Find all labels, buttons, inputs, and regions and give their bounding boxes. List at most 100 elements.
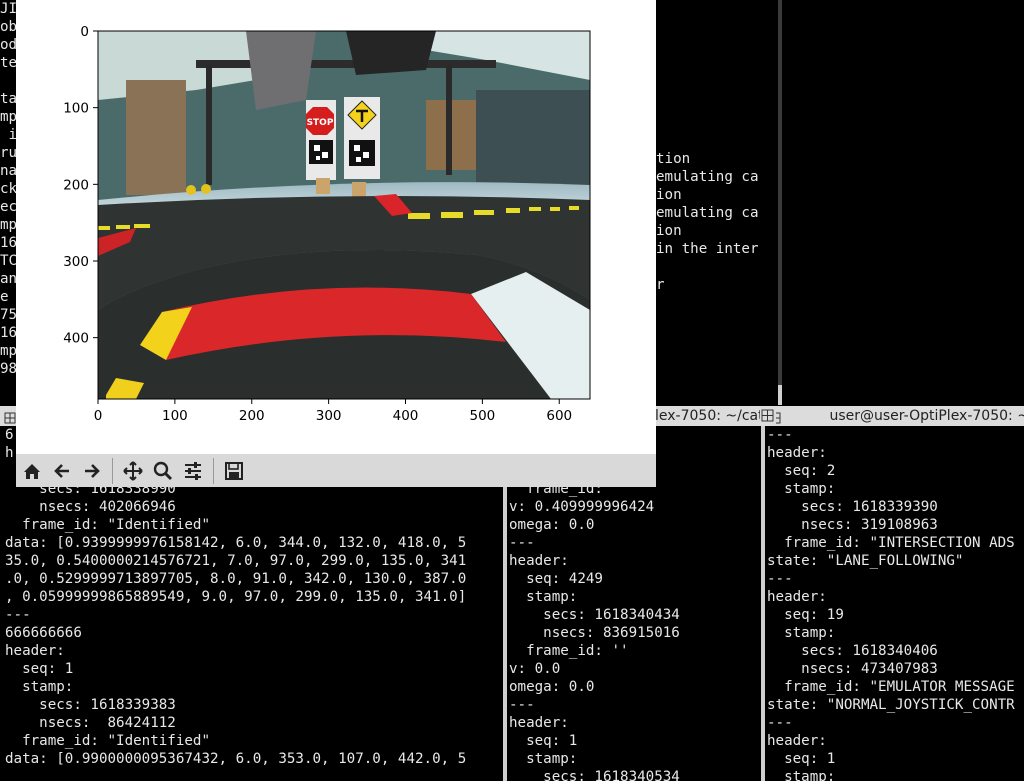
scrollbar-thumb[interactable] [778,385,782,405]
configure-icon[interactable] [180,458,206,484]
top-right-terminal[interactable] [784,0,1024,405]
terminal-line: --- [767,571,793,587]
bottom-middle-title: lex-7050: ~/catkin [655,408,763,424]
terminal-line: mpo [0,217,16,233]
terminal-line: nsecs: 836915016 [509,625,680,641]
terminal-line: , 0.05999999865889549, 9.0, 97.0, 299.0,… [5,589,467,605]
x-tick-label: 600 [546,408,572,424]
terminal-line: stamp: [767,481,836,497]
x-tick-label: 400 [393,408,419,424]
split-icon[interactable] [4,410,16,424]
terminal-line: frame_id: "INTERSECTION ADS [767,535,1015,551]
forward-icon[interactable] [79,458,105,484]
y-tick-label: 0 [80,24,89,40]
home-icon[interactable] [19,458,45,484]
terminal-line: nsecs: 319108963 [767,517,938,533]
bottom-middle-terminal[interactable]: 04348143 frame_id: ''v: 0.409999996424om… [507,444,761,781]
terminal-line: secs: 1618340434 [509,607,680,623]
zoom-icon[interactable] [150,458,176,484]
terminal-line: seq: 2 [767,463,836,479]
terminal-line: seq: 19 [767,607,844,623]
terminal-line: omega: 0.0 [509,679,595,695]
terminal-line: --- [767,715,793,731]
terminal-line: secs: 1618339383 [5,697,176,713]
terminal-line: secs: 1618340406 [767,643,938,659]
terminal-line: --- [5,607,31,623]
pane-scrollbar[interactable] [778,0,782,405]
terminal-line: stamp: [767,625,836,641]
y-tick-label: 200 [63,177,89,193]
terminal-line: ion [656,223,682,239]
terminal-line: data: [0.9399999976158142, 6.0, 344.0, 1… [5,535,467,551]
terminal-line: ck [0,181,16,197]
terminal-line: frame_id: '' [509,643,629,659]
terminal-line: secs: 1618340534 [509,769,680,781]
top-middle-terminal[interactable]: tion emulating ca ion emulating ca ion in the… [656,0,778,405]
terminal-line: stamp: [767,769,836,781]
terminal-line: header: [509,715,569,731]
terminal-line: 666666666 [5,625,82,641]
terminal-line: emulating ca [656,169,759,185]
terminal-line: frame_id: "Identified" [5,517,210,533]
x-axis: 0 100 200 300 400 500 600 [94,399,572,424]
terminal-line: header: [767,733,827,749]
stop-sign-text: STOP [307,118,334,128]
terminal-line: JIN [0,1,16,17]
terminal-line: v: 0.0 [509,661,561,677]
terminal-line: data: [0.9900000095367432, 6.0, 353.0, 1… [5,751,467,767]
terminal-line: header: [767,589,827,605]
terminal-line: state: "NORMAL_JOYSTICK_CONTR [767,697,1015,713]
back-icon[interactable] [49,458,75,484]
terminal-line: rup [0,145,16,161]
terminal-line: ani [0,271,16,287]
y-axis: 0 100 200 300 400 [63,24,98,347]
terminal-line: 161 [0,235,16,251]
terminal-line: --- [509,697,535,713]
plot-toolbar [16,454,656,487]
terminal-line: i [0,127,16,143]
terminal-line: ect [0,199,16,215]
terminal-line: 755 [0,307,16,323]
save-icon[interactable] [221,458,247,484]
terminal-line: --- [509,535,535,551]
terminal-line: seq: 4249 [509,571,603,587]
terminal-line: ted [0,55,16,71]
terminal-line: 35.0, 0.5400000214576721, 7.0, 97.0, 299… [5,553,467,569]
terminal-line: stamp: [5,679,74,695]
camera-image: STOP [98,31,590,399]
terminal-line: v: 0.409999996424 [509,499,655,515]
terminal-line: nsecs: 86424112 [5,715,176,731]
terminal-line: stamp: [509,751,578,767]
bottom-right-titlebar[interactable]: user@user-OptiPlex-7050: ~/c [765,406,1024,426]
terminal-line: omega: 0.0 [509,517,595,533]
terminal-line: 98 [0,361,16,377]
apriltag [309,140,333,164]
split-icon-mid[interactable] [760,406,776,426]
terminal-line: tam [0,91,16,107]
terminal-line: r [656,277,665,293]
bottom-right-terminal[interactable]: --- header: seq: 2 stamp: secs: 161833939… [765,426,1024,781]
terminal-line: seq: 1 [509,733,578,749]
y-tick-label: 100 [63,101,89,117]
terminal-line: .0, 0.5299999713897705, 8.0, 91.0, 342.0… [5,571,467,587]
terminal-line: stamp: [509,589,578,605]
terminal-line: ode [0,37,16,53]
terminal-line: nsecs: 402066946 [5,499,176,515]
pan-icon[interactable] [120,458,146,484]
x-tick-label: 300 [316,408,342,424]
terminal-line: nar [0,163,16,179]
terminal-line: header: [509,553,569,569]
terminal-line: secs: 1618339390 [767,499,938,515]
terminal-line: emulating ca [656,205,759,221]
terminal-line: --- [767,427,793,443]
x-tick-label: 200 [239,408,265,424]
terminal-line: nsecs: 473407983 [767,661,938,677]
terminal-line: header: [5,643,65,659]
plot-figure: STOP 0 100 200 300 400 500 600 010020030… [63,24,591,424]
terminal-line: frame_id: "Identified" [5,733,210,749]
terminal-line: ion [656,187,682,203]
terminal-line: frame_id: "EMULATOR MESSAGE [767,679,1015,695]
top-left-terminal[interactable]: JIN obj ode ted tam mpo i rup nar ck ect mpo 161 TC… [0,0,16,405]
terminal-line: seq: 1 [767,751,836,767]
